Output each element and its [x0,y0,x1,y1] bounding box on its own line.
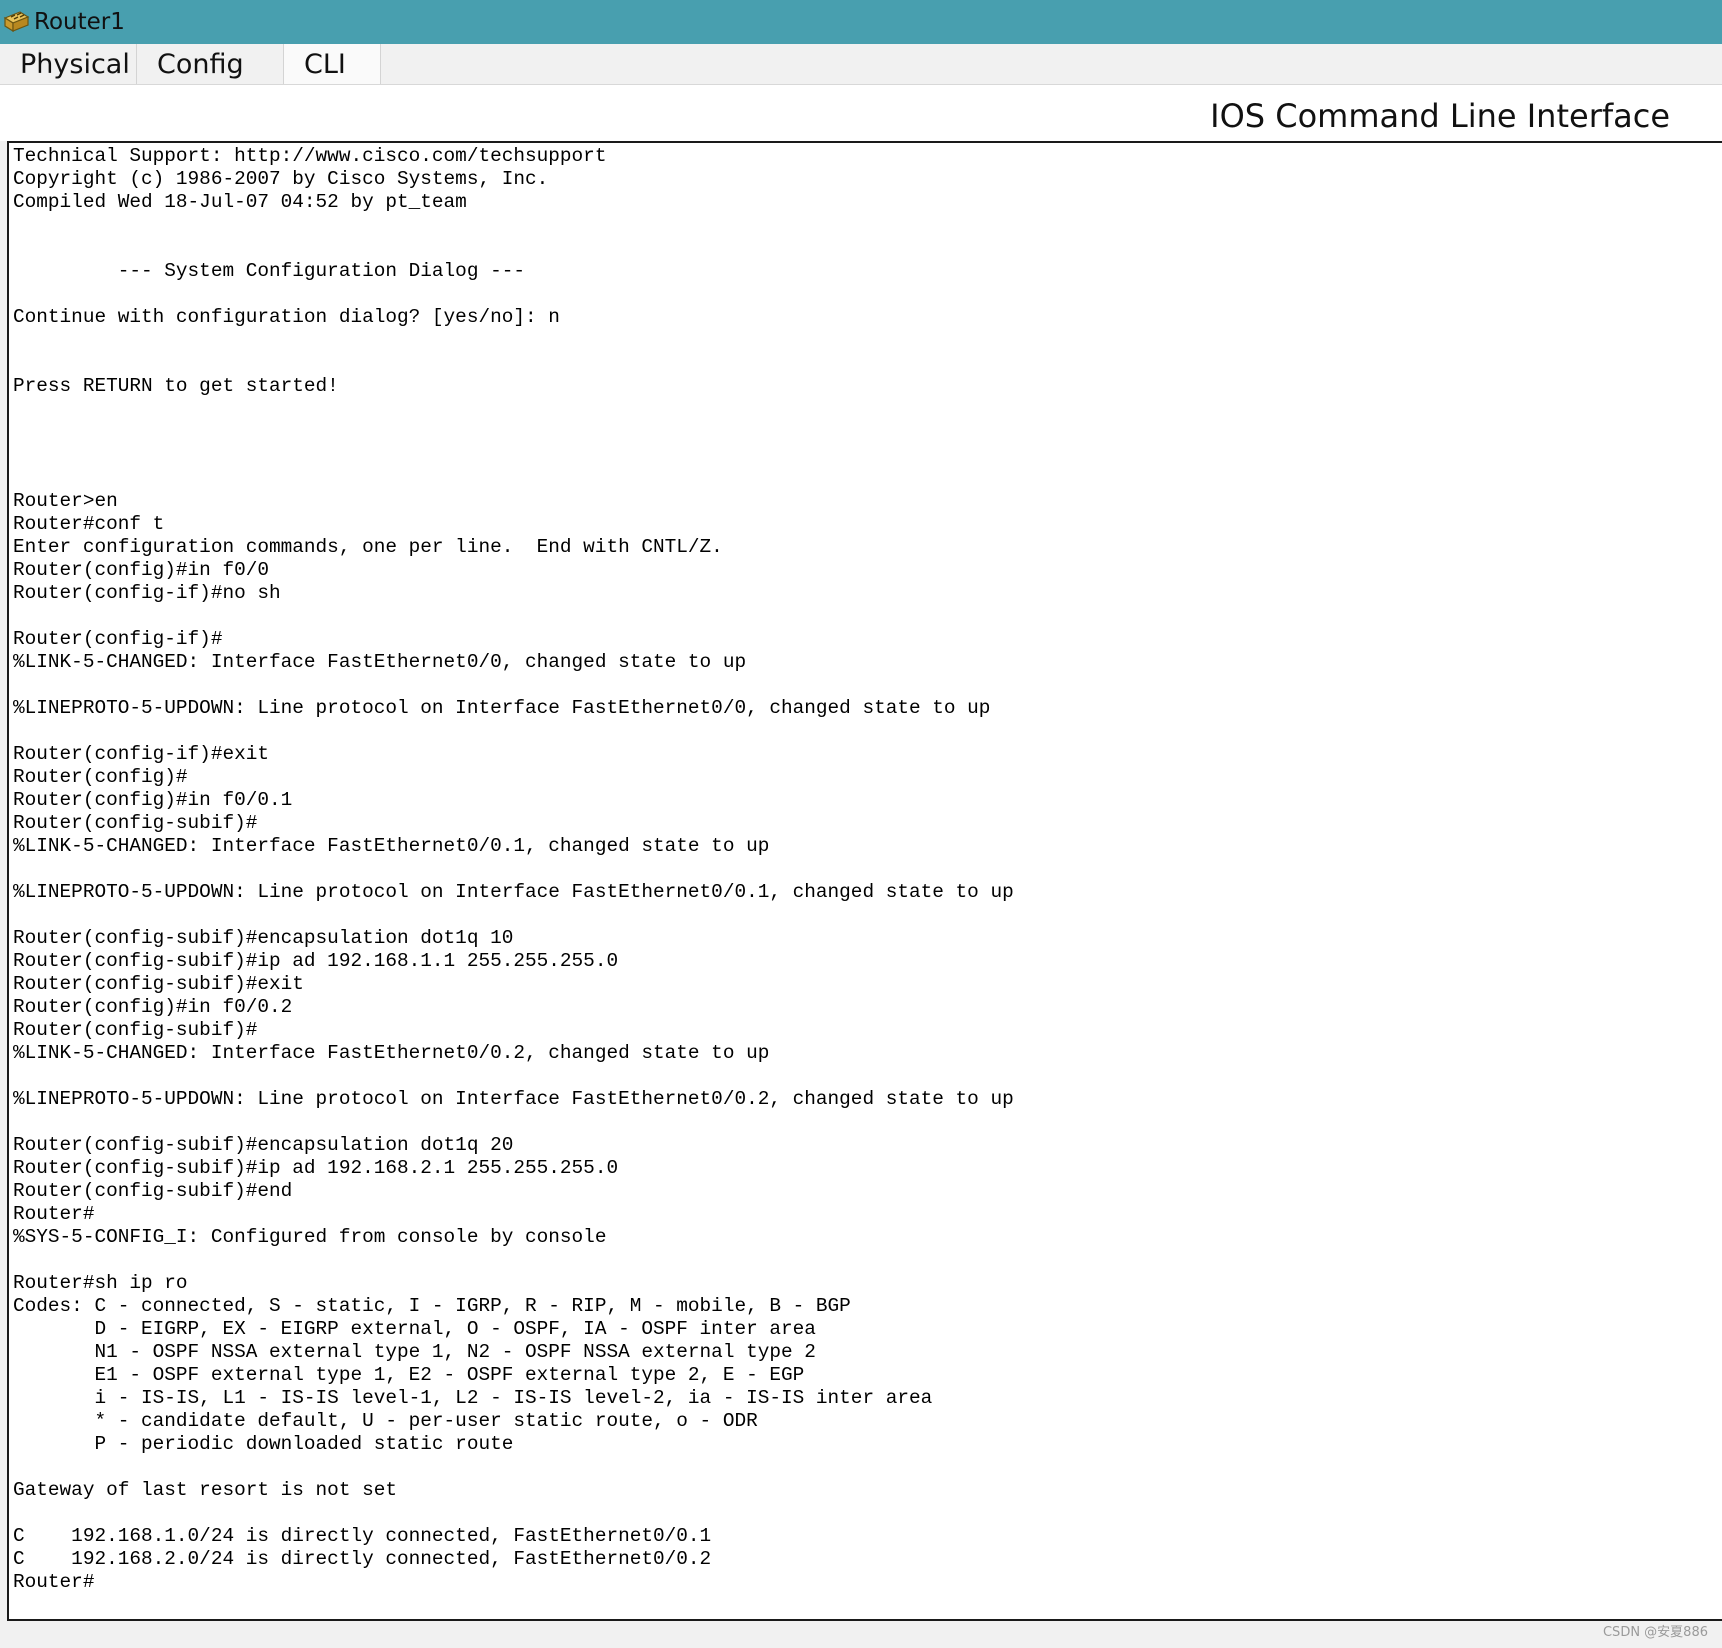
watermark: CSDN @安夏886 [1602,1625,1708,1640]
tab-bar: Physical Config CLI [0,44,1722,85]
cli-header: IOS Command Line Interface [0,85,1722,141]
router-window: Router1 Physical Config CLI IOS Command … [0,0,1722,1648]
tab-cli[interactable]: CLI [284,44,381,84]
tab-physical[interactable]: Physical [0,44,137,84]
console-output[interactable]: Technical Support: http://www.cisco.com/… [9,143,1722,1596]
cli-console[interactable]: Technical Support: http://www.cisco.com/… [7,141,1722,1621]
router-icon [2,6,30,38]
window-title: Router1 [34,9,125,35]
tab-config[interactable]: Config [137,44,284,84]
page-title: IOS Command Line Interface [1210,97,1670,135]
title-bar[interactable]: Router1 [0,0,1722,44]
